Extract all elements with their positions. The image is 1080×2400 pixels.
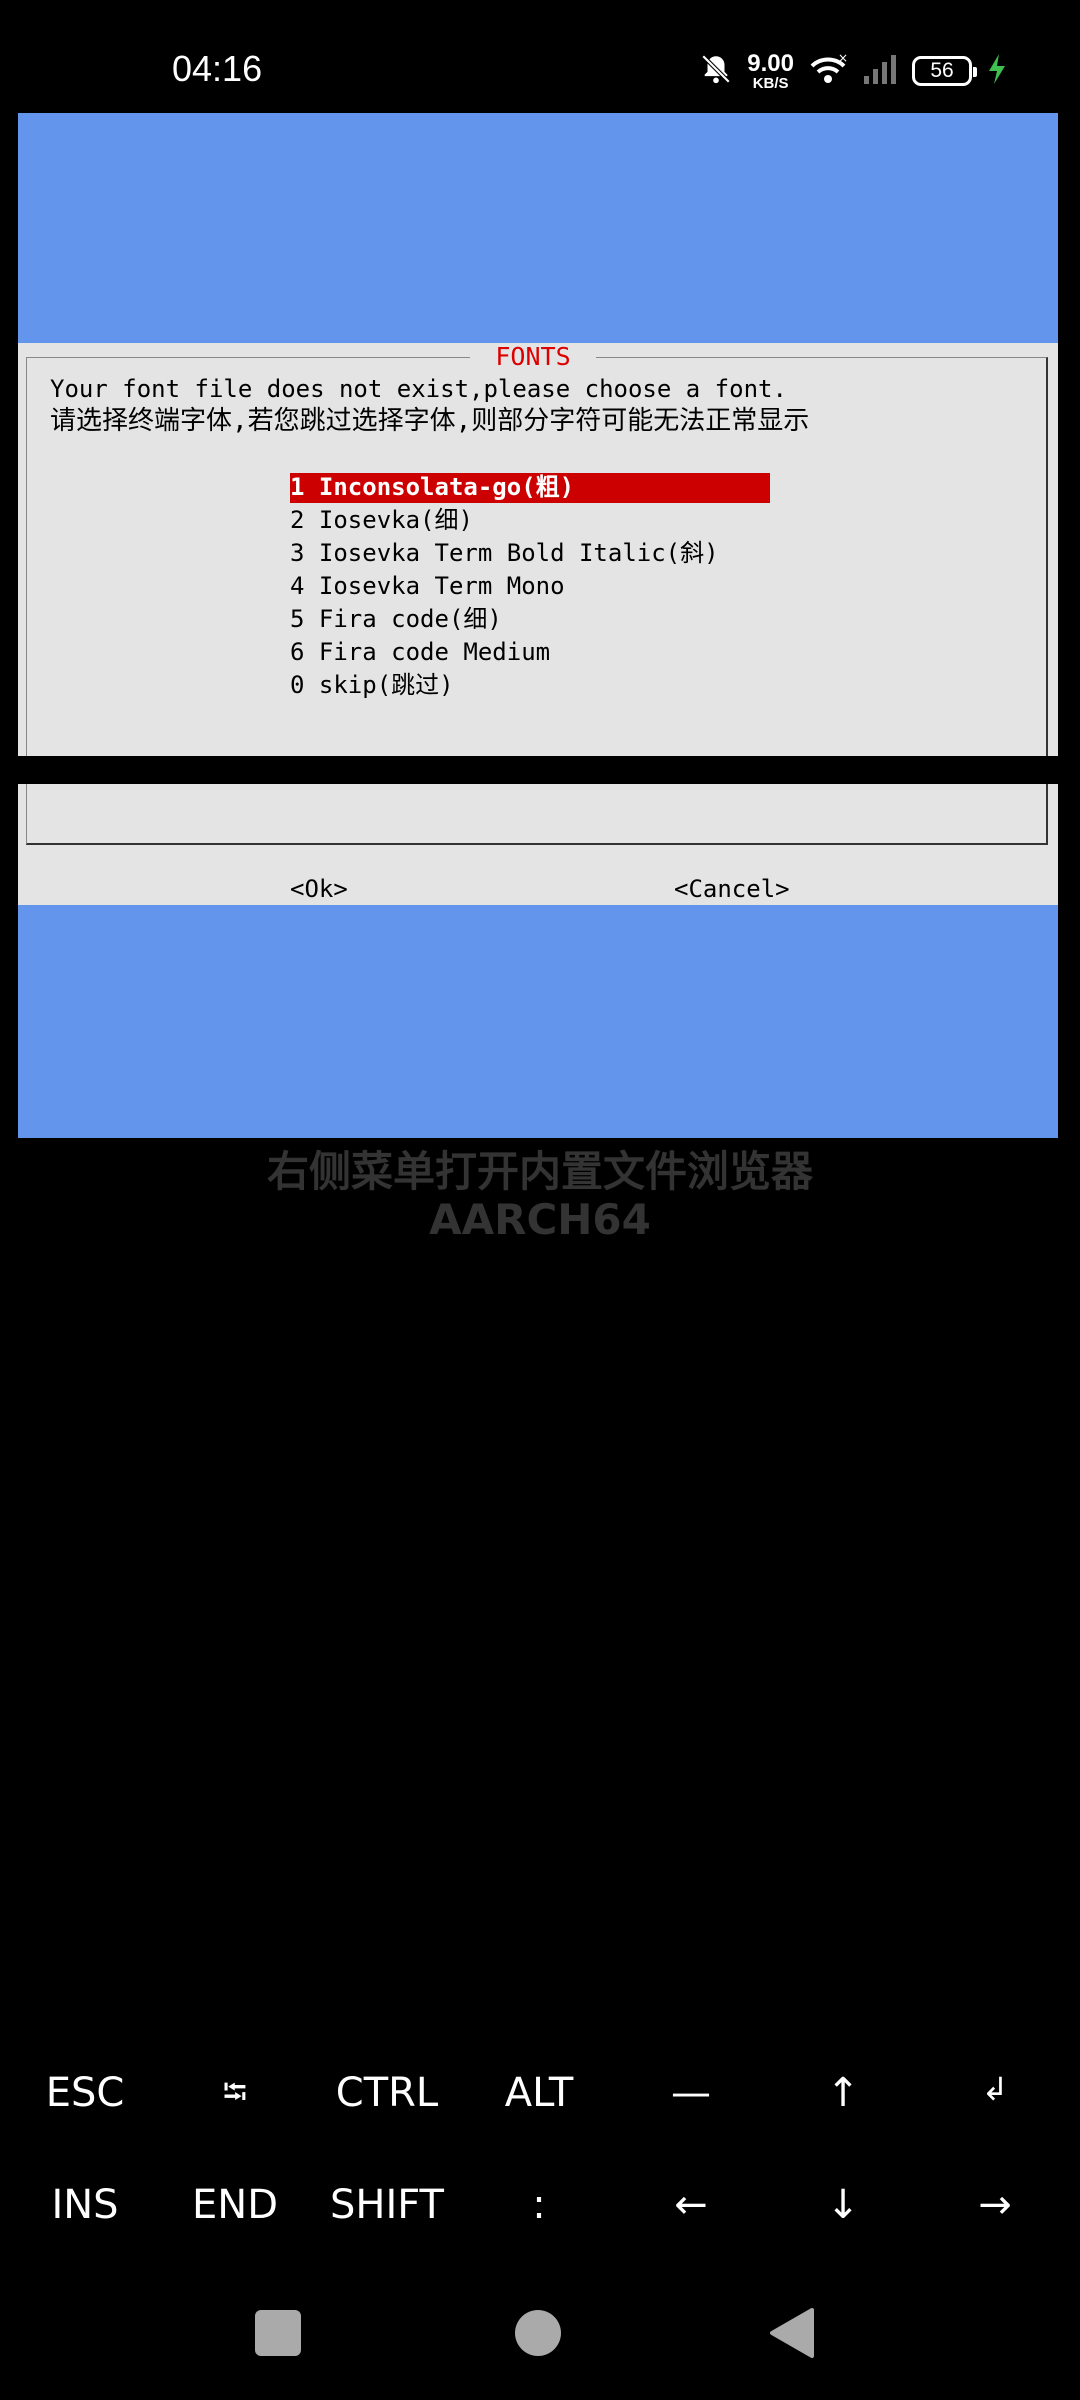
font-option-skip[interactable]: 0 skip(跳过)	[290, 671, 454, 701]
font-option-2[interactable]: 2 Iosevka(细)	[290, 506, 473, 536]
bell-off-icon	[699, 52, 733, 90]
dialog-message-zh: 请选择终端字体,若您跳过选择字体,则部分字符可能无法正常显示	[50, 406, 810, 436]
background-hint-text: 右侧菜单打开内置文件浏览器 AARCH64	[0, 1148, 1080, 1244]
background-hint-line3: AARCH64	[429, 1195, 651, 1244]
network-speed-unit: KB/S	[752, 74, 789, 92]
colon-key[interactable]: :	[464, 2182, 614, 2228]
ok-button[interactable]: <Ok>	[290, 875, 348, 903]
network-speed-value: 9.00	[747, 49, 794, 77]
ins-key[interactable]: INS	[10, 2182, 160, 2228]
dialog-message-en: Your font file does not exist,please cho…	[50, 375, 787, 403]
clock: 04:16	[172, 48, 263, 89]
battery-level: 56	[930, 59, 954, 82]
battery-icon: 56	[912, 56, 977, 86]
enter-key[interactable]: ↲	[920, 2070, 1070, 2108]
font-option-5[interactable]: 5 Fira code(细)	[290, 605, 502, 635]
background-hint-line2: 右侧菜单打开内置文件浏览器	[266, 1147, 813, 1196]
wifi-icon: ×	[808, 51, 848, 90]
dialog-shadow	[18, 756, 1058, 784]
left-arrow-key[interactable]: ←	[616, 2182, 766, 2228]
svg-text:×: ×	[838, 52, 848, 65]
terminal-screen[interactable]: FONTS Your font file does not exist,plea…	[18, 113, 1058, 1138]
down-arrow-key[interactable]: ↓	[768, 2182, 918, 2228]
signal-icon	[862, 52, 898, 90]
esc-key[interactable]: ESC	[10, 2070, 160, 2116]
status-bar: 04:16 9.00 KB/S × 56	[0, 0, 1080, 110]
shift-key[interactable]: SHIFT	[312, 2182, 462, 2228]
back-button[interactable]	[768, 2308, 816, 2362]
home-button[interactable]	[515, 2310, 561, 2356]
ctrl-key[interactable]: CTRL	[312, 2070, 462, 2116]
terminal-background-bottom	[18, 905, 1058, 1138]
dialog-title: FONTS	[470, 343, 596, 371]
fonts-dialog: FONTS Your font file does not exist,plea…	[18, 343, 1058, 983]
terminal-background-top	[18, 113, 1058, 343]
recents-button[interactable]	[255, 2310, 301, 2356]
font-option-4[interactable]: 4 Iosevka Term Mono	[290, 572, 565, 602]
charging-icon	[986, 52, 1008, 90]
end-key[interactable]: END	[160, 2182, 310, 2228]
right-arrow-key[interactable]: →	[920, 2182, 1070, 2228]
font-option-3[interactable]: 3 Iosevka Term Bold Italic(斜)	[290, 539, 719, 569]
tab-key[interactable]: ⭾	[160, 2070, 310, 2124]
cancel-button[interactable]: <Cancel>	[674, 875, 790, 903]
status-icons: 9.00 KB/S × 56	[699, 46, 1008, 96]
up-arrow-key[interactable]: ↑	[768, 2070, 918, 2116]
back-icon	[770, 2308, 814, 2358]
alt-key[interactable]: ALT	[464, 2070, 614, 2116]
font-option-1[interactable]: 1 Inconsolata-go(粗)	[290, 473, 770, 503]
network-speed: 9.00 KB/S	[747, 49, 794, 92]
font-option-6[interactable]: 6 Fira code Medium	[290, 638, 550, 668]
dash-key[interactable]: —	[616, 2070, 766, 2116]
